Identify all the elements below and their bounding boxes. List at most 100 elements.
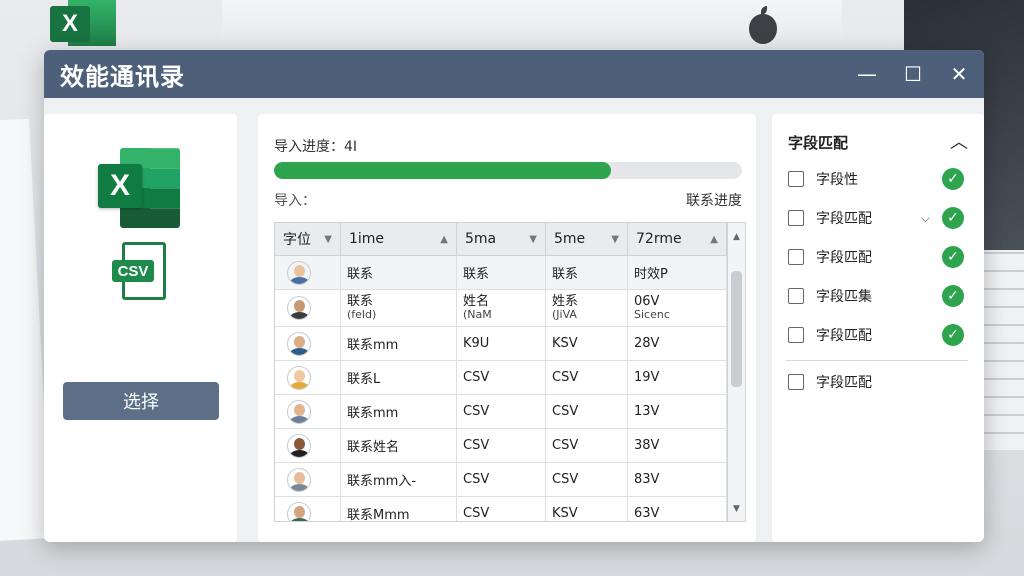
table-cell: KSV	[546, 497, 628, 521]
check-circle-icon: ✓	[942, 168, 964, 190]
table-cell: 19V	[628, 361, 727, 394]
field-mapping-panel: 字段匹配 ︿ 字段性 ✓ 字段匹配 ⌵ ✓ 字段匹配 ✓ 字段匹集 ✓ 字段匹配 ✓ 字段匹配	[772, 114, 984, 542]
field-divider	[786, 360, 968, 361]
avatar-icon	[287, 365, 311, 390]
desktop-excel-icon[interactable]: X	[50, 0, 116, 46]
column-header[interactable]: 5me ▼	[546, 223, 628, 255]
table-cell: CSV	[546, 395, 628, 428]
table-cell: 联系 (feld)	[341, 290, 457, 326]
field-checkbox[interactable]	[788, 249, 804, 265]
import-status-label: 导入：	[274, 193, 316, 209]
table-cell: 联系	[457, 256, 546, 289]
scroll-down-icon[interactable]: ▼	[728, 501, 745, 517]
sort-arrow-icon: ▲	[440, 233, 448, 245]
scroll-up-icon[interactable]: ▲	[728, 229, 745, 245]
table-cell: CSV	[457, 395, 546, 428]
window-title: 效能通讯录	[60, 62, 185, 91]
app-window: 效能通讯录 — ☐ ✕ X CSV 选择 导入进度：4I 导入： 联系进度 字位…	[44, 50, 984, 542]
column-header[interactable]: 字位 ▼	[275, 223, 341, 255]
field-mapping-item[interactable]: 字段性 ✓	[788, 165, 970, 193]
field-mapping-item[interactable]: 字段匹配 ⌵ ✓	[788, 204, 970, 232]
table-row[interactable]: 联系mm入- CSV CSV 83V	[275, 463, 727, 497]
field-mapping-item[interactable]: 字段匹集 ✓	[788, 282, 970, 310]
table-row[interactable]: 联系mm CSV CSV 13V	[275, 395, 727, 429]
field-checkbox[interactable]	[788, 374, 804, 390]
table-cell: 联系	[341, 256, 457, 289]
table-cell: CSV	[546, 361, 628, 394]
check-circle-icon: ✓	[942, 285, 964, 307]
field-checkbox[interactable]	[788, 171, 804, 187]
field-mapping-item[interactable]: 字段匹配	[788, 368, 970, 396]
field-checkbox[interactable]	[788, 288, 804, 304]
field-checkbox[interactable]	[788, 327, 804, 343]
table-cell: CSV	[546, 463, 628, 496]
table-cell: 联系姓名	[341, 429, 457, 462]
avatar-icon	[287, 260, 311, 285]
table-cell: CSV	[457, 361, 546, 394]
collapse-chevron-icon[interactable]: ︿	[950, 128, 968, 154]
avatar-icon	[287, 331, 311, 356]
file-source-panel: X CSV 选择	[44, 114, 237, 542]
column-header[interactable]: 72rme ▲	[628, 223, 727, 255]
table-row[interactable]: 联系mm K9U KSV 28V	[275, 327, 727, 361]
table-cell: 联系mm	[341, 395, 457, 428]
minimize-button[interactable]: —	[852, 60, 882, 88]
sort-arrow-icon: ▲	[710, 233, 718, 245]
table-cell: 联系	[546, 256, 628, 289]
chevron-down-icon[interactable]: ⌵	[921, 211, 930, 226]
table-cell: 联系mm	[341, 327, 457, 360]
field-mapping-title: 字段匹配	[788, 134, 849, 152]
table-row[interactable]: 联系姓名 CSV CSV 38V	[275, 429, 727, 463]
contact-progress-link[interactable]: 联系进度	[686, 190, 742, 210]
scrollbar-thumb[interactable]	[731, 271, 742, 387]
table-cell: 83V	[628, 463, 727, 496]
field-label: 字段匹配	[816, 211, 872, 227]
import-progress-fill	[274, 162, 611, 179]
field-mapping-item[interactable]: 字段匹配 ✓	[788, 243, 970, 271]
check-circle-icon: ✓	[942, 207, 964, 229]
table-cell: 联系L	[341, 361, 457, 394]
table-cell: 联系Mmm	[341, 497, 457, 521]
table-cell: CSV	[457, 497, 546, 521]
field-checkbox[interactable]	[788, 210, 804, 226]
table-cell: CSV	[457, 429, 546, 462]
column-header[interactable]: 5ma ▼	[457, 223, 546, 255]
avatar-icon	[287, 296, 311, 320]
avatar-icon	[287, 433, 311, 458]
background-monitor	[222, 0, 842, 48]
field-mapping-item[interactable]: 字段匹配 ✓	[788, 321, 970, 349]
table-row[interactable]: 联系L CSV CSV 19V	[275, 361, 727, 395]
table-cell: KSV	[546, 327, 628, 360]
table-cell: K9U	[457, 327, 546, 360]
sort-arrow-icon: ▼	[611, 233, 619, 245]
avatar-icon	[287, 467, 311, 492]
table-cell: 28V	[628, 327, 727, 360]
table-cell: 13V	[628, 395, 727, 428]
field-label: 字段性	[816, 172, 858, 188]
title-bar: 效能通讯录 — ☐ ✕	[44, 50, 984, 98]
table-cell: 姓系 (JiVA	[546, 290, 628, 326]
field-label: 字段匹配	[816, 250, 872, 266]
check-circle-icon: ✓	[942, 324, 964, 346]
table-cell: CSV	[457, 463, 546, 496]
table-row[interactable]: 联系Mmm CSV KSV 63V	[275, 497, 727, 521]
apple-logo-icon	[749, 6, 777, 44]
maximize-button[interactable]: ☐	[898, 60, 928, 88]
close-button[interactable]: ✕	[944, 60, 974, 88]
table-cell: 63V	[628, 497, 727, 521]
import-progress-bar	[274, 162, 742, 179]
table-cell: 06V Sicenc	[628, 290, 727, 326]
table-cell: 联系mm入-	[341, 463, 457, 496]
import-progress-label: 导入进度：4I	[274, 139, 358, 155]
table-header: 字位 ▼ 1ime ▲ 5ma ▼ 5me ▼ 72rme ▲	[275, 223, 727, 256]
check-circle-icon: ✓	[942, 246, 964, 268]
table-cell: 姓名 (NaM	[457, 290, 546, 326]
table-body: 联系 联系 联系 时效P 联系 (feld) 姓名 (NaM 姓系 (JiVA 06V Sicenc 联…	[275, 256, 727, 521]
table-row[interactable]: 联系 联系 联系 时效P	[275, 256, 727, 290]
sort-arrow-icon: ▼	[529, 233, 537, 245]
field-label: 字段匹集	[816, 289, 872, 305]
select-file-button[interactable]: 选择	[63, 382, 219, 420]
table-row[interactable]: 联系 (feld) 姓名 (NaM 姓系 (JiVA 06V Sicenc	[275, 290, 727, 327]
column-header[interactable]: 1ime ▲	[341, 223, 457, 255]
table-scrollbar[interactable]: ▲ ▼	[727, 223, 745, 521]
